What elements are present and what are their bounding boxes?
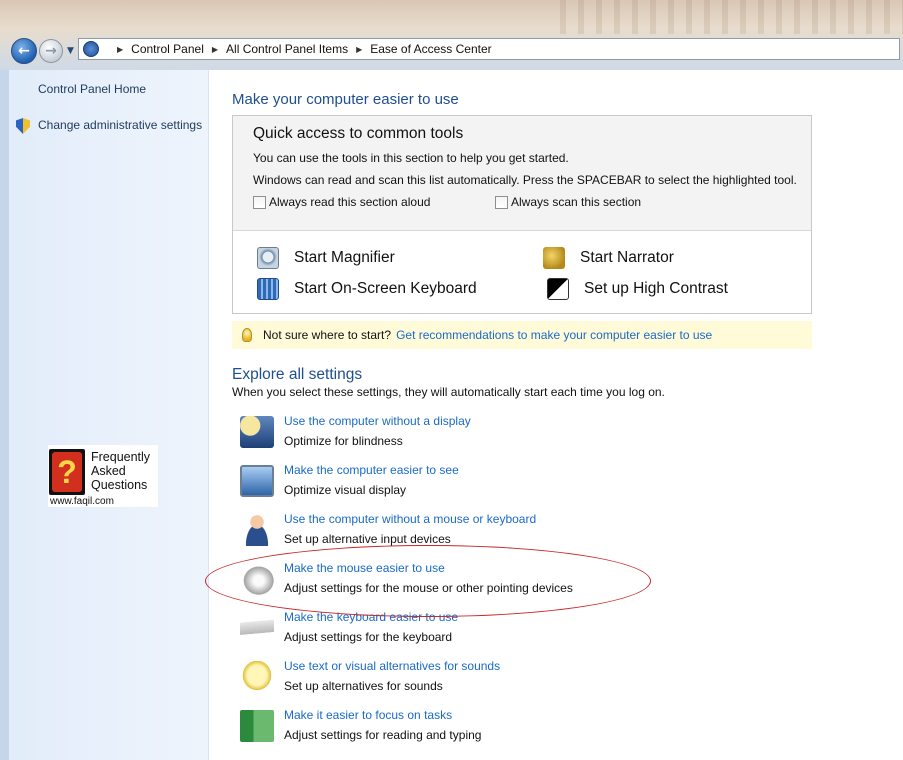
explore-settings-title: Explore all settings [232, 366, 363, 383]
quick-access-desc: You can use the tools in this section to… [253, 151, 569, 165]
start-onscreen-keyboard-button[interactable]: Start On-Screen Keyboard [257, 278, 477, 300]
faq-url: www.faqil.com [50, 496, 114, 507]
item-subtitle: Set up alternatives for sounds [284, 679, 443, 693]
start-magnifier-button[interactable]: Start Magnifier [257, 247, 395, 269]
checkbox-box[interactable] [495, 195, 508, 209]
main-content: Make your computer easier to use Quick a… [210, 70, 903, 760]
forward-arrow-icon: → [45, 43, 57, 59]
tip-bar: Not sure where to start? Get recommendat… [232, 321, 812, 349]
keyboard-easier-link[interactable]: Make the keyboard easier to use [284, 610, 458, 624]
magnify-screen-icon [240, 465, 274, 497]
setup-high-contrast-button[interactable]: Set up High Contrast [547, 278, 728, 300]
narrator-icon [543, 247, 565, 269]
page-title: Make your computer easier to use [232, 91, 459, 108]
item-subtitle: Set up alternative input devices [284, 532, 451, 546]
mouse-icon [240, 563, 274, 595]
person-icon [240, 514, 274, 546]
breadcrumb-control-panel[interactable]: Control Panel [131, 42, 204, 56]
chevron-right-icon[interactable]: ▶ [356, 45, 362, 54]
change-admin-settings-link[interactable]: Change administrative settings [38, 118, 202, 132]
back-button[interactable]: ← [11, 38, 37, 64]
mouse-easier-link[interactable]: Make the mouse easier to use [284, 561, 445, 575]
item-subtitle: Adjust settings for the mouse or other p… [284, 581, 573, 595]
faq-logo: ? Frequently Asked Questions www.faqil.c… [48, 445, 158, 507]
quick-access-panel: Quick access to common tools You can use… [232, 115, 812, 314]
uac-shield-icon [16, 118, 30, 134]
list-item: Make it easier to focus on tasks Adjust … [240, 708, 800, 752]
scan-section-checkbox[interactable]: Always scan this section [495, 195, 641, 209]
item-subtitle: Adjust settings for reading and typing [284, 728, 482, 742]
magnifier-icon [257, 247, 279, 269]
list-item: Make the computer easier to see Optimize… [240, 463, 800, 507]
keyboard-icon [240, 612, 274, 644]
quick-access-scan-desc: Windows can read and scan this list auto… [253, 173, 797, 187]
lightbulb-icon [242, 328, 252, 342]
list-item: Use text or visual alternatives for soun… [240, 659, 800, 703]
recommendations-link[interactable]: Get recommendations to make your compute… [396, 328, 712, 342]
tip-text: Not sure where to start? [263, 328, 392, 342]
list-item: Use the computer without a mouse or keyb… [240, 512, 800, 556]
start-narrator-button[interactable]: Start Narrator [543, 247, 674, 269]
checkbox-box[interactable] [253, 195, 266, 209]
background-decoration [560, 0, 903, 34]
question-mark-icon: ? [49, 449, 85, 495]
explore-settings-desc: When you select these settings, they wil… [232, 385, 665, 399]
high-contrast-icon [547, 278, 569, 300]
speech-bubble-icon [240, 661, 274, 693]
faq-title: Frequently Asked Questions [91, 450, 151, 492]
display-icon [240, 416, 274, 448]
list-item: Use the computer without a display Optim… [240, 414, 800, 458]
left-task-pane: Control Panel Home Change administrative… [0, 70, 209, 760]
item-subtitle: Adjust settings for the keyboard [284, 630, 453, 644]
list-item: Make the mouse easier to use Adjust sett… [240, 561, 800, 605]
address-bar[interactable]: ▶ Control Panel ▶ All Control Panel Item… [78, 38, 900, 60]
item-subtitle: Optimize for blindness [284, 434, 403, 448]
history-dropdown-icon[interactable]: ▼ [67, 46, 74, 56]
pane-edge [0, 70, 9, 760]
list-item: Make the keyboard easier to use Adjust s… [240, 610, 800, 654]
item-subtitle: Optimize visual display [284, 483, 407, 497]
without-display-link[interactable]: Use the computer without a display [284, 414, 471, 428]
sound-alternatives-link[interactable]: Use text or visual alternatives for soun… [284, 659, 500, 673]
breadcrumb-ease-of-access[interactable]: Ease of Access Center [370, 42, 491, 56]
chevron-right-icon[interactable]: ▶ [117, 45, 123, 54]
control-panel-icon [83, 41, 99, 57]
focus-tasks-link[interactable]: Make it easier to focus on tasks [284, 708, 452, 722]
chevron-right-icon[interactable]: ▶ [212, 45, 218, 54]
breadcrumb-all-items[interactable]: All Control Panel Items [226, 42, 348, 56]
quick-access-title: Quick access to common tools [253, 125, 464, 142]
focus-window-icon [240, 710, 274, 742]
forward-button[interactable]: → [39, 39, 63, 63]
easier-to-see-link[interactable]: Make the computer easier to see [284, 463, 459, 477]
onscreen-keyboard-icon [257, 278, 279, 300]
control-panel-home-link[interactable]: Control Panel Home [38, 82, 146, 96]
quick-access-header: Quick access to common tools You can use… [233, 116, 811, 231]
read-aloud-checkbox[interactable]: Always read this section aloud [253, 195, 430, 209]
back-arrow-icon: ← [18, 43, 30, 59]
navigation-bar: ← → ▼ ▶ Control Panel ▶ All Control Pane… [0, 34, 903, 70]
without-mouse-keyboard-link[interactable]: Use the computer without a mouse or keyb… [284, 512, 536, 526]
